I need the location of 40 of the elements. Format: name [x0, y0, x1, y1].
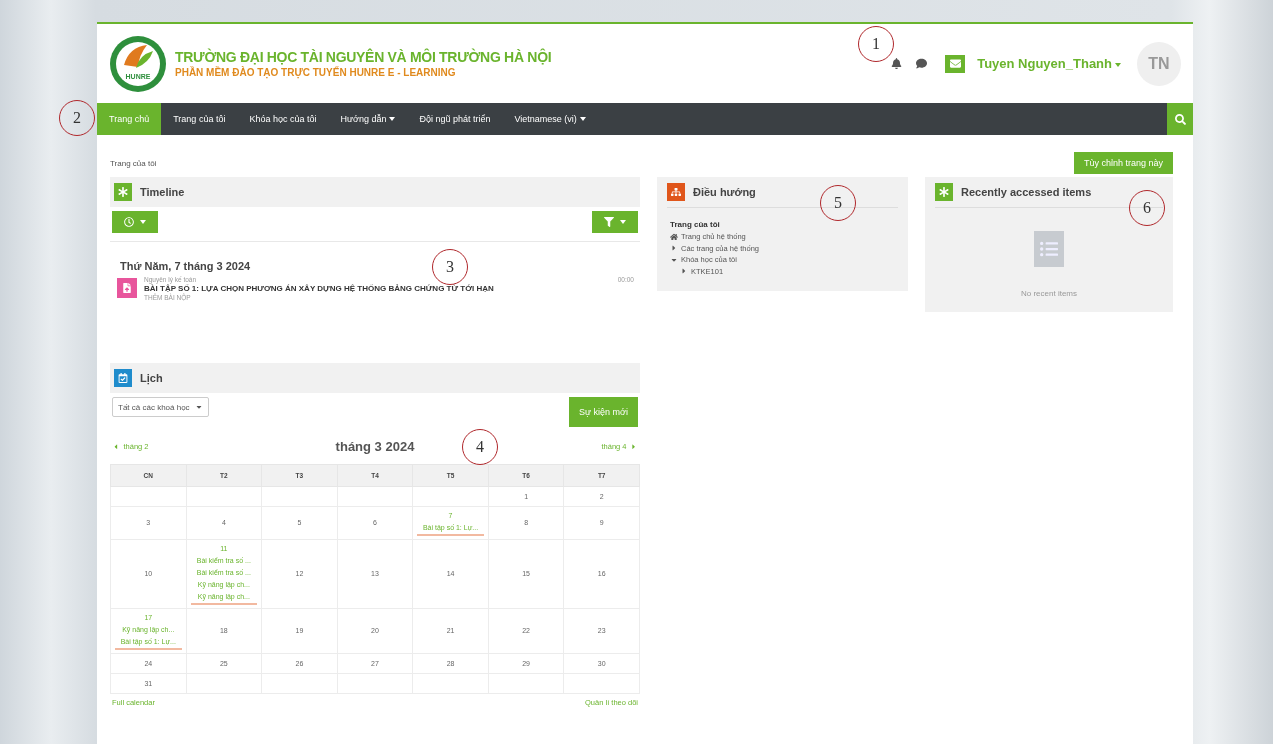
- caret-right-icon: [630, 442, 638, 451]
- breadcrumb[interactable]: Trang của tôi: [110, 158, 157, 168]
- home-icon: [670, 232, 678, 241]
- search-icon: [1174, 113, 1186, 125]
- caret-icon: [620, 220, 626, 224]
- nav-item[interactable]: Vietnamese (vi): [502, 103, 598, 135]
- site-title: TRƯỜNG ĐẠI HỌC TÀI NGUYÊN VÀ MÔI TRƯỜNG HÀ NỘI: [175, 49, 553, 65]
- clock-icon: [124, 217, 134, 227]
- block-title: Lịch: [140, 372, 163, 384]
- course-select[interactable]: Tất cả các khoá học: [112, 397, 209, 417]
- assignment-icon: [117, 278, 137, 298]
- nav-item[interactable]: Khóa học của tôi: [237, 103, 329, 135]
- calendar-icon: [114, 369, 132, 387]
- caret-right-icon[interactable]: [680, 267, 688, 276]
- month-title: tháng 3 2024: [335, 439, 415, 454]
- empty-message: No recent items: [1021, 289, 1077, 298]
- filter-button[interactable]: [592, 211, 638, 233]
- filter-icon: [604, 217, 614, 227]
- caret-icon: [140, 220, 146, 224]
- asterisk-icon: [114, 183, 132, 201]
- caret-right-icon[interactable]: [670, 244, 678, 253]
- caret-icon: [194, 403, 203, 411]
- site-subtitle: PHẦN MỀM ĐÀO TẠO TRỰC TUYẾN HUNRE E - LEARNING: [175, 67, 457, 78]
- timeline-date: Thứ Năm, 7 tháng 3 2024: [120, 260, 251, 272]
- block-title: Timeline: [140, 186, 185, 198]
- nav-item[interactable]: Hướng dẫn: [328, 103, 408, 135]
- asterisk-icon: [935, 183, 953, 201]
- event-title[interactable]: BÀI TẬP SỐ 1: LỰA CHỌN PHƯƠNG ÁN XÂY DỰNG HỆ THỐNG BẢNG CHỨNG TỪ TỚI HẠN: [144, 284, 611, 293]
- tree-root[interactable]: Trang của tôi: [670, 220, 898, 229]
- caret-icon: [1115, 62, 1121, 67]
- nav-item[interactable]: Trang của tôi: [161, 103, 238, 135]
- block-title: Recently accessed items: [961, 186, 1092, 198]
- bell-icon[interactable]: [891, 58, 903, 69]
- list-icon: [1034, 231, 1064, 267]
- caret-left-icon: [112, 442, 120, 451]
- block-title: Điều hướng: [693, 186, 756, 198]
- sitemap-icon: [667, 183, 685, 201]
- nav-item[interactable]: Đội ngũ phát triển: [407, 103, 503, 135]
- mail-icon[interactable]: [945, 54, 966, 73]
- chat-icon[interactable]: [916, 58, 928, 69]
